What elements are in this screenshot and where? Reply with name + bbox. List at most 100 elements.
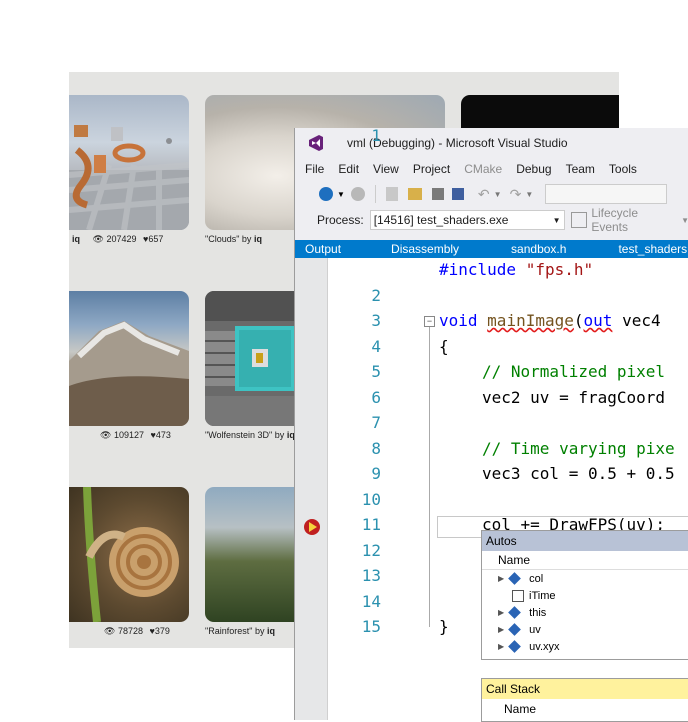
collapse-toggle-icon[interactable]: − — [424, 316, 435, 327]
variable-name: uv.xyx — [529, 640, 560, 653]
code-line-3: void mainImage(out vec4 — [439, 311, 661, 330]
view-count: 109127 — [113, 430, 144, 440]
line-number: 6 — [371, 388, 381, 407]
author-link[interactable]: iq — [72, 234, 80, 244]
call-stack-window: Call Stack Name — [481, 678, 688, 722]
visual-studio-logo-icon — [307, 134, 325, 152]
autos-row[interactable]: iTime — [482, 587, 688, 604]
author-link[interactable]: iq — [254, 234, 262, 244]
autos-title: Autos — [482, 531, 688, 551]
process-select[interactable]: [14516] test_shaders.exe ▼ — [369, 210, 566, 230]
shader-caption: "Clouds" by iq — [205, 234, 262, 244]
wolfenstein-image — [205, 291, 295, 426]
variable-icon — [508, 640, 522, 653]
redo-icon[interactable]: ↷ — [510, 186, 522, 203]
line-number: 1 — [371, 126, 381, 145]
lifecycle-events-icon[interactable] — [571, 212, 588, 228]
line-number: 4 — [371, 337, 381, 356]
variable-name: uv — [529, 623, 541, 636]
menu-file[interactable]: File — [305, 162, 324, 176]
primitives-scene-image — [69, 125, 189, 230]
process-label: Process: — [317, 213, 364, 227]
shader-stats: 👁 109127 ♥473 — [100, 430, 171, 441]
save-all-icon[interactable] — [451, 188, 464, 200]
new-project-icon[interactable] — [385, 187, 398, 201]
call-stack-title: Call Stack — [482, 679, 688, 699]
code-line-9: vec3 col = 0.5 + 0.5 — [482, 464, 675, 483]
variable-icon — [508, 623, 522, 636]
eye-icon: 👁 — [104, 626, 116, 636]
like-count: 379 — [154, 626, 170, 636]
expand-arrow-icon[interactable]: ▶ — [498, 642, 504, 651]
undo-icon[interactable]: ↶ — [478, 186, 490, 203]
toolbar-separator — [374, 185, 376, 203]
open-folder-icon[interactable] — [407, 188, 422, 200]
shader-thumbnail[interactable] — [69, 291, 189, 426]
code-line-5: // Normalized pixel — [482, 362, 666, 381]
expand-arrow-icon[interactable]: ▶ — [498, 574, 504, 583]
line-number: 13 — [361, 566, 381, 585]
autos-row[interactable]: ▶ col — [482, 570, 688, 587]
shader-title[interactable]: "Rainforest" — [205, 626, 252, 636]
code-editor[interactable]: 1 2 3 4 5 6 7 8 9 10 11 12 13 14 15 #inc… — [295, 126, 688, 722]
name-column-header[interactable]: Name — [504, 702, 536, 716]
menu-team[interactable]: Team — [566, 162, 595, 176]
menu-project[interactable]: Project — [413, 162, 450, 176]
lifecycle-events-button[interactable]: Lifecycle Events — [591, 206, 677, 234]
shader-thumbnail[interactable] — [69, 95, 189, 230]
expand-arrow-icon[interactable]: ▶ — [498, 608, 504, 617]
code-line-15: } — [439, 617, 449, 636]
shader-thumbnail[interactable] — [205, 487, 295, 622]
line-number: 5 — [371, 362, 381, 381]
chevron-down-icon: ▼ — [552, 215, 561, 225]
toolbar: ▼ ↶ ▼ ↷ ▼ — [295, 180, 688, 208]
variable-name: col — [529, 572, 544, 585]
code-line-1: #include "fps.h" — [439, 260, 594, 279]
shader-title[interactable]: "Wolfenstein 3D" — [205, 430, 272, 440]
eye-icon: 👁 — [92, 234, 104, 244]
outline-guide — [429, 327, 430, 627]
dropdown-arrow-icon[interactable]: ▼ — [525, 190, 533, 199]
autos-header: Name — [482, 551, 688, 570]
menu-edit[interactable]: Edit — [338, 162, 359, 176]
dropdown-arrow-icon[interactable]: ▼ — [337, 190, 345, 199]
tab-output[interactable]: Output — [305, 242, 341, 256]
variable-icon — [508, 606, 522, 619]
autos-row[interactable]: ▶ this — [482, 604, 688, 621]
menu-debug[interactable]: Debug — [516, 162, 551, 176]
tab-sandbox-h[interactable]: sandbox.h — [511, 242, 566, 256]
tab-disassembly[interactable]: Disassembly — [391, 242, 459, 256]
variable-icon — [508, 572, 522, 585]
breakpoint-current-line-icon[interactable] — [304, 519, 320, 535]
author-link[interactable]: iq — [267, 626, 275, 636]
shader-title[interactable]: "Clouds" — [205, 234, 239, 244]
save-icon[interactable] — [431, 188, 444, 200]
navigate-forward-icon[interactable] — [350, 187, 365, 201]
shader-caption: "Rainforest" by iq — [205, 626, 275, 636]
shader-thumbnail[interactable] — [205, 291, 295, 426]
navigate-back-icon[interactable] — [319, 187, 333, 201]
line-number: 12 — [361, 541, 381, 560]
code-line-4: { — [439, 337, 449, 356]
line-number: 15 — [361, 617, 381, 636]
autos-row[interactable]: ▶ uv — [482, 621, 688, 638]
autos-row[interactable]: ▶ uv.xyx — [482, 638, 688, 655]
line-number: 2 — [371, 286, 381, 305]
menu-bar: File Edit View Project CMake Debug Team … — [295, 158, 688, 180]
line-number: 11 — [361, 515, 381, 534]
menu-tools[interactable]: Tools — [609, 162, 637, 176]
code-line-8: // Time varying pixe — [482, 439, 675, 458]
document-tabs: Output Disassembly sandbox.h test_shader… — [295, 240, 688, 258]
visual-studio-window: vml (Debugging) - Microsoft Visual Studi… — [294, 126, 688, 722]
dropdown-arrow-icon[interactable]: ▼ — [494, 190, 502, 199]
view-count: 207429 — [106, 234, 137, 244]
shader-thumbnail[interactable] — [69, 487, 189, 622]
name-column-header[interactable]: Name — [498, 553, 530, 567]
expand-arrow-icon[interactable]: ▶ — [498, 625, 504, 634]
tab-test-shaders-cpp[interactable]: test_shaders.cpp — [618, 242, 688, 256]
menu-view[interactable]: View — [373, 162, 399, 176]
menu-cmake[interactable]: CMake — [464, 162, 502, 176]
solution-config-dropdown[interactable] — [545, 184, 668, 204]
breakpoint-margin[interactable] — [295, 258, 328, 720]
like-count: 473 — [155, 430, 171, 440]
